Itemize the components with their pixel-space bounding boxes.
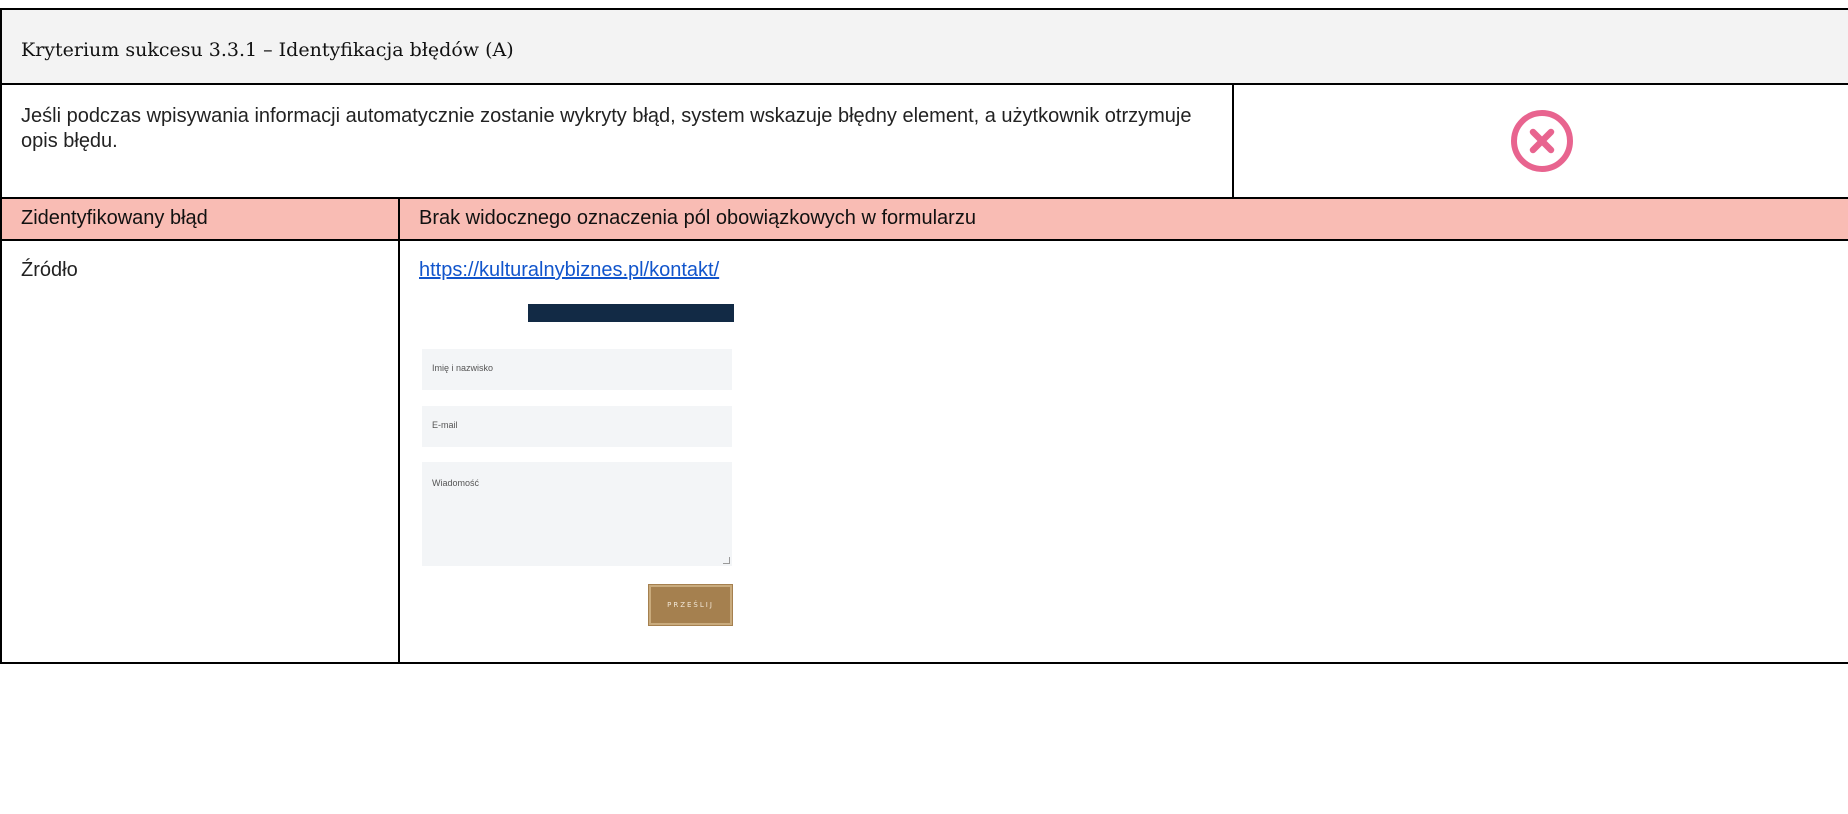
criterion-title: Kryterium sukcesu 3.3.1 – Identyfikacja … bbox=[21, 39, 514, 61]
error-label-cell: Zidentyfikowany błąd bbox=[0, 197, 400, 241]
source-value-cell: https://kulturalnybiznes.pl/kontakt/ Imi… bbox=[397, 239, 1848, 664]
resize-handle-icon bbox=[723, 557, 730, 564]
source-label: Źródło bbox=[21, 259, 78, 281]
error-value-cell: Brak widocznego oznaczenia pól obowiązko… bbox=[397, 197, 1848, 241]
site-header-bar bbox=[528, 304, 734, 322]
error-value: Brak widocznego oznaczenia pól obowiązko… bbox=[419, 207, 976, 229]
description-cell: Jeśli podczas wpisywania informacji auto… bbox=[0, 83, 1234, 199]
source-row: Źródło https://kulturalnybiznes.pl/konta… bbox=[0, 239, 1848, 664]
status-cell bbox=[1231, 83, 1848, 199]
message-placeholder: Wiadomość bbox=[432, 478, 480, 488]
name-field: Imię i nazwisko bbox=[422, 349, 732, 390]
title-cell: Kryterium sukcesu 3.3.1 – Identyfikacja … bbox=[0, 8, 1848, 85]
source-label-cell: Źródło bbox=[0, 239, 400, 664]
x-circle-icon bbox=[1511, 110, 1574, 172]
error-label: Zidentyfikowany błąd bbox=[21, 207, 208, 229]
criterion-table: Kryterium sukcesu 3.3.1 – Identyfikacja … bbox=[0, 8, 1848, 664]
error-row: Zidentyfikowany błąd Brak widocznego ozn… bbox=[0, 197, 1848, 241]
criterion-description: Jeśli podczas wpisywania informacji auto… bbox=[21, 105, 1192, 152]
message-field: Wiadomość bbox=[422, 462, 732, 566]
form-screenshot: Imię i nazwisko E-mail Wiadomość PRZEŚLI… bbox=[400, 282, 760, 652]
submit-button: PRZEŚLIJ bbox=[648, 584, 733, 626]
source-link[interactable]: https://kulturalnybiznes.pl/kontakt/ bbox=[419, 259, 719, 281]
email-field: E-mail bbox=[422, 406, 732, 447]
